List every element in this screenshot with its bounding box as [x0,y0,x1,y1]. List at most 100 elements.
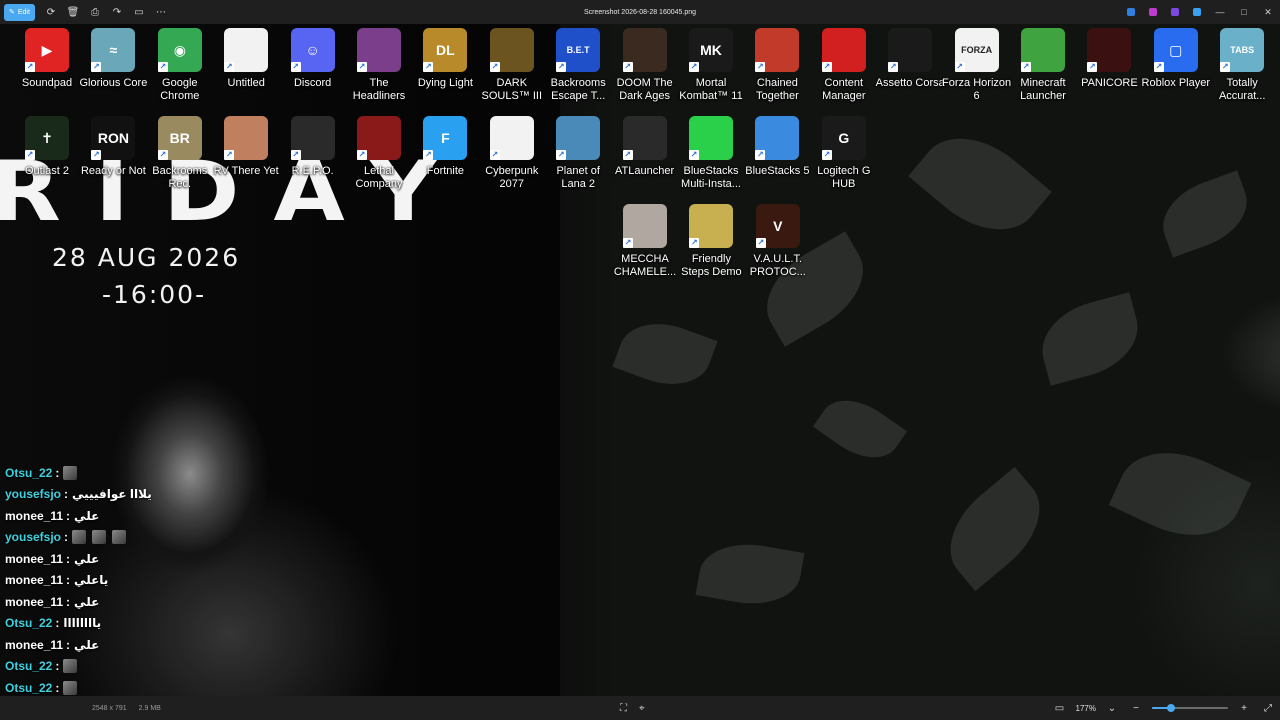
chat-message: yousefsjo: [5,527,265,549]
headliners-icon: ↗ [357,28,401,72]
desktop-icon[interactable]: DL ↗ Dying Light [412,28,478,90]
minecraft-icon: ↗ [1021,28,1065,72]
delete-icon[interactable]: 🗑︎ [62,0,84,24]
shortcut-arrow-icon: ↗ [821,62,832,72]
desktop-icon[interactable]: ↗ Cyberpunk 2077 [479,116,545,191]
desktop-icon[interactable]: ▢ ↗ Roblox Player [1142,28,1210,90]
edit-button[interactable]: ✎ Edit [4,3,35,21]
desktop-icon-label: Planet of Lana 2 [556,165,600,190]
shortcut-arrow-icon: ↗ [224,150,235,160]
desktop-icon[interactable]: ↗ ATLauncher [612,116,678,178]
chat-separator: : [55,465,60,480]
minimize-button[interactable]: — [1208,0,1232,24]
desktop-icon-label: Ready or Not [80,165,146,177]
tabs-icon: TABS ↗ [1220,28,1265,72]
desktop-icon[interactable]: ↗ Chained Together [744,28,810,103]
shortcut-arrow-icon: ↗ [954,62,965,72]
chat-message: monee_11: علي [5,591,265,613]
shortcut-arrow-icon: ↗ [423,150,434,160]
desktop-icon[interactable]: FORZA ↗ Forza Horizon 6 [942,28,1012,103]
shortcut-arrow-icon: ↗ [689,238,700,248]
lethal-company-icon: ↗ [357,116,401,160]
shortcut-arrow-icon: ↗ [755,62,766,72]
desktop-icon[interactable]: ◉ ↗ Google Chrome [147,28,213,103]
desktop-icon[interactable]: ↗ Friendly Steps Demo [678,204,744,279]
atlauncher-icon: ↗ [622,116,667,160]
close-button[interactable]: ✕ [1256,0,1280,24]
desktop-icon[interactable]: F ↗ Fortnite [412,116,478,178]
desktop-icon[interactable]: ↗ The Headliners [346,28,412,103]
desktop-icon[interactable]: ↗ DOOM The Dark Ages [612,28,678,103]
maximize-button[interactable]: □ [1232,0,1256,24]
chained-together-icon: ↗ [755,28,800,72]
toolbar: ✎ Edit ⟳ 🗑︎ ⎙ ↷ ▭ ⋯ [0,0,172,24]
clipchamp-icon[interactable] [1164,0,1186,24]
desktop-icon[interactable]: BR ↗ Backrooms Rec. [147,116,213,191]
photos-edit-icon[interactable] [1186,0,1208,24]
chevron-down-icon[interactable]: ⌄ [1100,696,1124,720]
wallpaper-date: 28 AUG 2026 [52,243,241,272]
chat-message: Otsu_22: ياااااااا [5,613,265,635]
mortal-kombat-icon: MK ↗ [689,28,733,72]
desktop-icon[interactable]: ≈ ↗ Glorious Core [79,28,147,90]
desktop-icon-label: ATLauncher [615,165,675,177]
chat-text: ياعلي [74,573,109,588]
chat-emote-icon [63,659,78,674]
desktop-icon[interactable]: TABS ↗ Totally Accurat... [1209,28,1275,103]
zoom-slider-thumb[interactable] [1167,704,1175,712]
zoom-out-icon[interactable]: − [1124,696,1148,720]
slideshow-icon[interactable]: ▭ [128,0,150,24]
desktop-icon[interactable]: MK ↗ Mortal Kombat™ 11 [678,28,744,103]
more-icon[interactable]: ⋯ [150,0,172,24]
status-bar: 2548 x 791 2.9 MB ⛶ ⌖ ▭ 177% ⌄ − + ⤢ [0,696,1280,720]
share-icon[interactable]: ↷ [106,0,128,24]
desktop-icon-label: Dying Light [417,77,473,89]
desktop-icon[interactable]: B.E.T ↗ Backrooms Escape T... [545,28,611,103]
doom-icon: ↗ [622,28,667,72]
shortcut-arrow-icon: ↗ [157,150,168,160]
desktop-icon[interactable]: ↗ BlueStacks Multi-Insta... [678,116,744,191]
actual-size-icon[interactable]: ⌖ [639,703,645,714]
shortcut-arrow-icon: ↗ [888,62,899,72]
chat-emote-icon [63,465,78,480]
desktop-icon[interactable]: ↗ Untitled [213,28,279,90]
forza-icon: FORZA ↗ [954,28,999,72]
rotate-icon[interactable]: ⟳ [40,0,62,24]
desktop-icon-label: DARK SOULS™ III [481,77,543,102]
zoom-slider[interactable] [1152,696,1228,720]
chat-emote-icon [92,530,107,545]
desktop-icon[interactable]: V ↗ V.A.U.L.T. PROTOC... [745,204,811,279]
fit-icon[interactable]: ▭ [1048,696,1072,720]
desktop-icon[interactable]: ☺ ↗ Discord [280,28,346,90]
desktop-icon[interactable]: G ↗ Logitech G HUB [811,116,877,191]
desktop-icon[interactable]: ↗ Planet of Lana 2 [545,116,611,191]
chat-separator: : [64,530,69,545]
desktop-icon[interactable]: ↗ Lethal Company [346,116,412,191]
designer-icon[interactable] [1142,0,1164,24]
file-info: 2548 x 791 2.9 MB [92,696,161,720]
desktop-icon[interactable]: ↗ MECCHA CHAMELE... [612,204,678,279]
desktop-icon[interactable]: ↗ Content Manager [811,28,877,103]
desktop-icon[interactable]: ↗ R.E.P.O. [280,116,346,178]
desktop-icon[interactable]: ↗ BlueStacks 5 [744,116,810,178]
print-icon[interactable]: ⎙ [84,0,106,24]
desktop-icon-label: RV There Yet [213,165,279,177]
desktop-icon[interactable]: ↗ RV There Yet [213,116,279,178]
image-canvas[interactable]: RIDAY 28 AUG 2026 -16:00- ▶ ↗ Soundpad ≈ ↗ Gl… [0,24,1280,696]
desktop-icon[interactable]: ↗ DARK SOULS™ III [479,28,545,103]
fit-to-window-icon[interactable]: ⛶ [620,703,627,714]
dying-light-icon: DL ↗ [423,28,468,72]
desktop-icon[interactable]: ✝ ↗ Outlast 2 [14,116,80,178]
desktop-icon[interactable]: ↗ Minecraft Launcher [1010,28,1076,103]
desktop-icon[interactable]: ▶ ↗ Soundpad [14,28,80,90]
copilot-icon[interactable] [1120,0,1142,24]
zoom-in-icon[interactable]: + [1232,696,1256,720]
zoom-value[interactable]: 177% [1072,704,1100,713]
fullscreen-icon[interactable]: ⤢ [1256,696,1280,720]
desktop-icon[interactable]: ↗ PANICORE [1076,28,1142,90]
desktop-icon-label: Forza Horizon 6 [942,77,1012,102]
chat-text: علي [74,551,100,566]
desktop-icon[interactable]: ↗ Assetto Corsa [876,28,945,90]
shortcut-arrow-icon: ↗ [91,62,102,72]
desktop-icon[interactable]: RON ↗ Ready or Not [80,116,146,178]
